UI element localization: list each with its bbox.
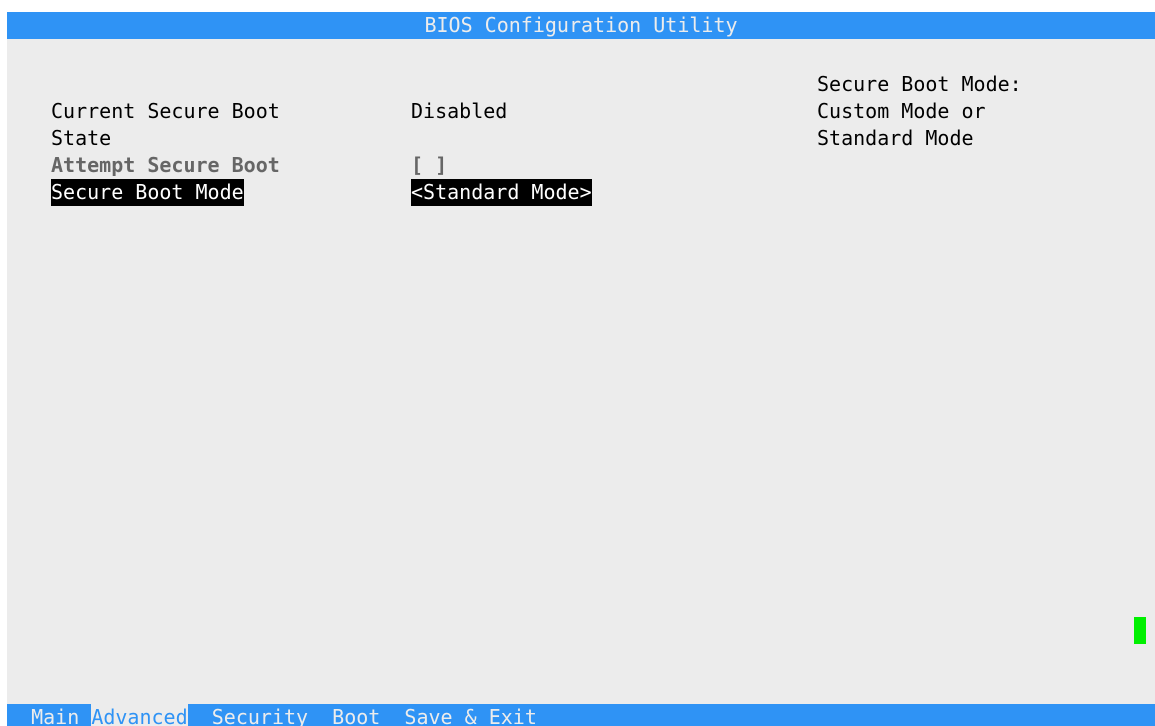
menu-bar: Main Advanced Security Boot Save & Exit	[7, 704, 1155, 726]
help-text-line-2: Custom Mode or	[817, 99, 986, 123]
tab-security[interactable]: Security	[212, 704, 308, 726]
current-secure-boot-label-line2: State	[51, 126, 112, 150]
secure-boot-mode-label[interactable]: Secure Boot Mode	[51, 179, 244, 206]
tab-advanced[interactable]: Advanced	[91, 704, 188, 726]
title-bar: BIOS Configuration Utility	[7, 12, 1155, 39]
secure-boot-mode-value[interactable]: <Standard Mode>	[411, 179, 592, 206]
help-text-line-1: Secure Boot Mode:	[817, 72, 1022, 96]
current-secure-boot-value: Disabled	[411, 99, 508, 123]
tab-boot[interactable]: Boot	[332, 704, 380, 726]
attempt-secure-boot-checkbox[interactable]: [ ]	[411, 152, 447, 179]
bios-screen: BIOS Configuration Utility Current Secur…	[7, 12, 1155, 726]
attempt-secure-boot-label[interactable]: Attempt Secure Boot	[51, 152, 280, 179]
text-cursor	[1134, 617, 1146, 644]
tab-save-exit[interactable]: Save & Exit	[404, 704, 536, 726]
current-secure-boot-label: Current Secure Boot	[51, 99, 280, 123]
tab-main[interactable]: Main	[31, 704, 79, 726]
help-text-line-3: Standard Mode	[817, 126, 974, 150]
